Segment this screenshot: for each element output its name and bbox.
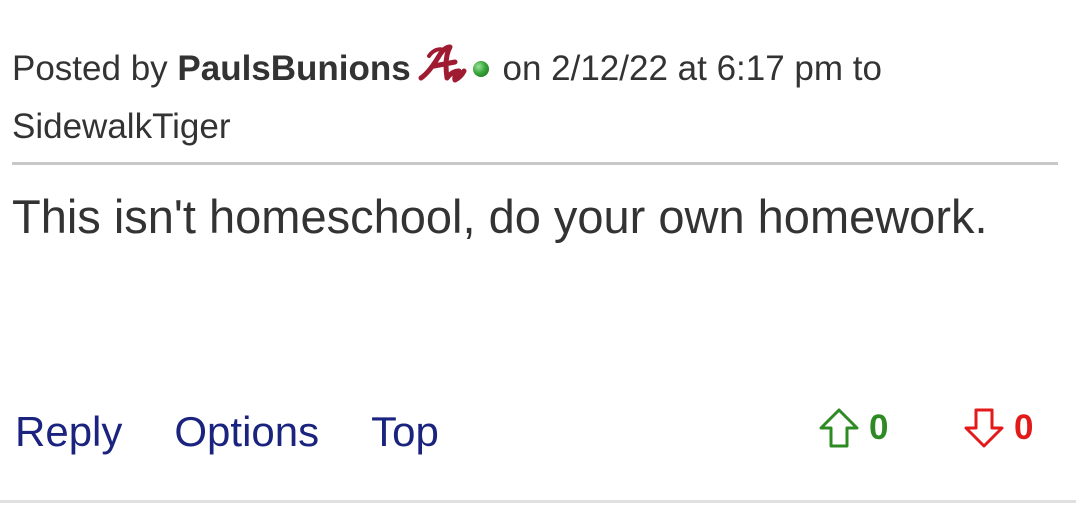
arrow-down-icon: [964, 408, 1004, 448]
username-link[interactable]: PaulsBunions: [177, 49, 410, 88]
upvote-count: 0: [869, 408, 889, 447]
online-status-icon: [472, 61, 489, 77]
arrow-up-icon: [819, 408, 859, 448]
reply-to-username[interactable]: SidewalkTiger: [12, 107, 231, 146]
top-link[interactable]: Top: [371, 408, 439, 455]
reply-link[interactable]: Reply: [15, 408, 122, 455]
posted-by-label: Posted by: [12, 49, 168, 88]
post-bottom-divider: [0, 500, 1076, 503]
post-timestamp: on 2/12/22 at 6:17 pm to: [502, 49, 882, 88]
post-header: Posted by PaulsBunions on 2/12/22 at 6:1…: [12, 42, 1052, 154]
options-link[interactable]: Options: [174, 408, 319, 455]
upvote-button[interactable]: 0: [817, 404, 888, 452]
downvote-count: 0: [1014, 408, 1034, 447]
downvote-button[interactable]: 0: [962, 404, 1033, 452]
post-actions: Reply Options Top: [15, 400, 491, 464]
alabama-logo-icon: [417, 44, 467, 100]
header-divider: [12, 162, 1058, 165]
post-body: This isn't homeschool, do your own homew…: [12, 190, 988, 243]
